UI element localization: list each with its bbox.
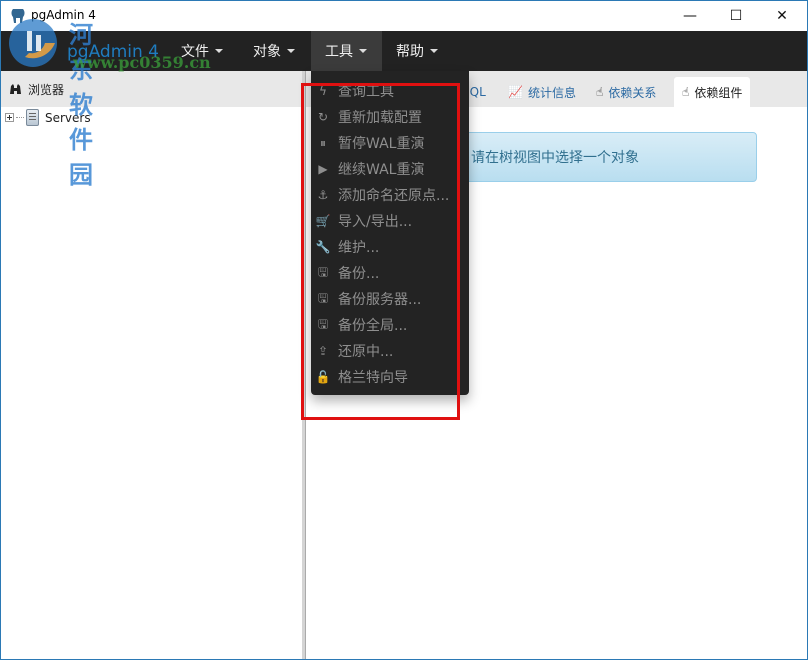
binoculars-icon (10, 84, 21, 94)
menu-item-label: 继续WAL重演 (338, 162, 425, 178)
menu-item-resume-wal[interactable]: ▶ 继续WAL重演 (311, 156, 469, 182)
menu-item-label: 备份全局... (338, 318, 408, 334)
shopping-cart-icon: 🛒 (315, 214, 331, 228)
menu-object[interactable]: 对象 (239, 31, 309, 71)
menu-help[interactable]: 帮助 (382, 31, 452, 71)
menu-item-restore-point[interactable]: ⚓ 添加命名还原点... (311, 182, 469, 208)
menu-item-label: 查询工具 (338, 84, 394, 100)
menu-item-import-export[interactable]: 🛒 导入/导出... (311, 208, 469, 234)
info-alert-message: 请在树视图中选择一个对象 (471, 150, 639, 166)
pgadmin-elephant-icon (11, 9, 25, 23)
tree-connector (16, 117, 24, 118)
menu-item-label: 暂停WAL重演 (338, 136, 425, 152)
menu-item-reload-config[interactable]: ↻ 重新加载配置 (311, 104, 469, 130)
expand-icon[interactable] (5, 113, 14, 122)
menu-item-label: 格兰特向导 (338, 370, 408, 386)
brand-label[interactable]: pgAdmin 4 (67, 42, 159, 62)
browser-panel: 浏览器 (1, 71, 302, 659)
menu-item-label: 添加命名还原点... (338, 188, 450, 204)
close-button[interactable]: ✕ (759, 1, 805, 31)
tree-node-label: Servers (45, 110, 91, 125)
maximize-icon: ☐ (729, 8, 743, 24)
menu-item-pause-wal[interactable]: ⏸ 暂停WAL重演 (311, 130, 469, 156)
bolt-icon: ϟ (319, 84, 327, 98)
menu-item-label: 备份服务器... (338, 292, 422, 308)
menu-file-label: 文件 (181, 44, 209, 60)
floppy-icon: 🖫 (317, 316, 329, 331)
tab-dependents-label: 依赖组件 (694, 85, 743, 100)
anchor-icon: ⚓ (317, 188, 329, 202)
close-icon: ✕ (776, 8, 788, 24)
browser-panel-header: 浏览器 (1, 71, 302, 107)
refresh-icon: ↻ (317, 110, 329, 124)
tab-dependencies[interactable]: ☝ 依赖关系 (588, 77, 664, 107)
menu-item-backup-globals[interactable]: 🖫 备份全局... (311, 312, 469, 338)
tools-dropdown-menu: ϟ 查询工具 ↻ 重新加载配置 ⏸ 暂停WAL重演 ▶ 继续WAL重演 ⚓ 添加… (311, 71, 469, 395)
tab-dependents[interactable]: ☝ 依赖组件 (674, 77, 751, 107)
hand-pointer-icon: ☝ (596, 85, 604, 99)
browser-panel-title: 浏览器 (28, 82, 65, 97)
minimize-button[interactable]: — (667, 1, 713, 31)
pause-circle-icon: ⏸ (319, 135, 326, 150)
menu-item-label: 重新加载配置 (338, 110, 422, 126)
menu-help-label: 帮助 (396, 44, 424, 60)
menu-item-query-tool[interactable]: ϟ 查询工具 (311, 78, 469, 104)
menu-object-label: 对象 (253, 44, 281, 60)
menu-item-restore[interactable]: ⇪ 还原中... (311, 338, 469, 364)
menu-item-maintenance[interactable]: 🔧 维护... (311, 234, 469, 260)
menu-item-label: 导入/导出... (338, 214, 413, 230)
unlock-icon: 🔓 (315, 370, 331, 384)
caret-down-icon (359, 49, 367, 53)
menu-item-label: 还原中... (338, 344, 394, 360)
tab-dependencies-label: 依赖关系 (608, 85, 657, 100)
upload-icon: ⇪ (317, 344, 329, 358)
caret-down-icon (287, 49, 295, 53)
app-window: pgAdmin 4 — ☐ ✕ pgAdmin 4 文件 对象 工具 帮助 浏览… (0, 0, 808, 660)
menu-item-backup[interactable]: 🖫 备份... (311, 260, 469, 286)
tab-statistics-label: 统计信息 (527, 85, 576, 100)
menu-item-grant-wizard[interactable]: 🔓 格兰特向导 (311, 364, 469, 390)
tab-statistics[interactable]: 📈 统计信息 (500, 77, 584, 107)
server-group-icon (26, 109, 39, 126)
caret-down-icon (215, 49, 223, 53)
menu-item-label: 维护... (338, 240, 380, 256)
minimize-icon: — (683, 8, 697, 24)
floppy-icon: 🖫 (317, 264, 329, 279)
maximize-button[interactable]: ☐ (713, 1, 759, 31)
window-title: pgAdmin 4 (31, 8, 96, 22)
menu-item-backup-server[interactable]: 🖫 备份服务器... (311, 286, 469, 312)
main-navbar: pgAdmin 4 文件 对象 工具 帮助 (1, 31, 807, 71)
caret-down-icon (430, 49, 438, 53)
play-circle-icon: ▶ (318, 162, 328, 176)
title-bar: pgAdmin 4 — ☐ ✕ (1, 1, 807, 31)
line-chart-icon: 📈 (508, 85, 523, 99)
info-alert: 请在树视图中选择一个对象 (455, 132, 757, 182)
menu-tools[interactable]: 工具 (311, 31, 382, 71)
menu-file[interactable]: 文件 (167, 31, 237, 71)
wrench-icon: 🔧 (315, 240, 331, 254)
menu-item-label: 备份... (338, 266, 380, 282)
tree-node-servers[interactable]: Servers (5, 109, 91, 126)
floppy-icon: 🖫 (317, 290, 329, 305)
hand-pointer-icon: ☝ (682, 85, 690, 99)
menu-tools-label: 工具 (325, 44, 353, 60)
